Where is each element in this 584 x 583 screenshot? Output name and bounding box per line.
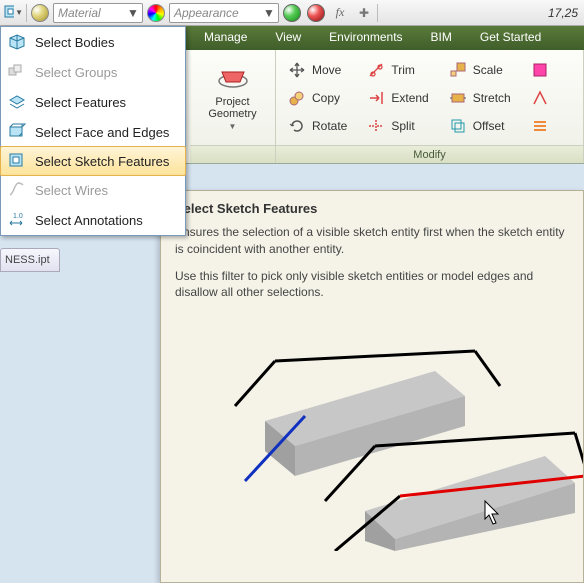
cmd-icon-3 [531, 117, 549, 135]
wires-icon [7, 180, 27, 200]
appearance-ball-button[interactable] [145, 2, 167, 24]
move-icon [288, 61, 306, 79]
groups-icon [7, 62, 27, 82]
panel-label-draw [190, 145, 275, 163]
trim-button[interactable]: Trim [363, 57, 432, 83]
modify-panel: Move Copy Rotate Trim Extend [276, 50, 584, 163]
material-combo-text: Material [58, 6, 101, 20]
sketch-features-icon [7, 151, 27, 171]
tooltip-title: Select Sketch Features [175, 201, 569, 216]
move-button[interactable]: Move [284, 57, 351, 83]
tab-bim[interactable]: BIM [417, 26, 466, 50]
rotate-icon [288, 117, 306, 135]
extra-cmd-3[interactable] [527, 113, 553, 139]
red-ball-icon [307, 4, 325, 22]
bodies-icon [7, 32, 27, 52]
select-filter-menu: Select Bodies Select Groups Select Featu… [0, 26, 186, 236]
extra-cmd-1[interactable] [527, 57, 553, 83]
cmd-icon-2 [531, 89, 549, 107]
menu-select-wires[interactable]: Select Wires [1, 175, 185, 205]
tooltip-panel: Select Sketch Features Ensures the selec… [160, 190, 584, 583]
svg-text:1.0: 1.0 [13, 213, 23, 220]
tab-get-started[interactable]: Get Started [466, 26, 555, 50]
material-combo[interactable]: Material ▼ [53, 3, 143, 23]
extend-button[interactable]: Extend [363, 85, 432, 111]
offset-button[interactable]: Offset [445, 113, 515, 139]
tab-manage[interactable]: Manage [190, 26, 261, 50]
scale-icon [449, 61, 467, 79]
caret-down-icon: ▼ [229, 123, 237, 132]
stretch-icon [449, 89, 467, 107]
menu-select-face-edges[interactable]: Select Face and Edges [1, 117, 185, 147]
green-ball-button[interactable] [281, 2, 303, 24]
project-geometry-label: Project Geometry [208, 96, 256, 120]
stretch-button[interactable]: Stretch [445, 85, 515, 111]
tab-view[interactable]: View [261, 26, 315, 50]
menu-select-annotations[interactable]: 1.0 Select Annotations [1, 205, 185, 235]
green-ball-icon [283, 4, 301, 22]
chevron-down-icon: ▼ [126, 6, 140, 20]
project-geometry-panel: Project Geometry ▼ [190, 50, 276, 163]
red-ball-button[interactable] [305, 2, 327, 24]
chevron-down-icon: ▼ [262, 6, 276, 20]
menu-select-sketch-features[interactable]: Select Sketch Features [0, 146, 186, 176]
face-edges-icon [7, 122, 27, 142]
copy-button[interactable]: Copy [284, 85, 351, 111]
select-filter-icon [3, 4, 14, 22]
project-geometry-button[interactable]: Project Geometry ▼ [198, 63, 267, 132]
menu-select-groups[interactable]: Select Groups [1, 57, 185, 87]
tooltip-paragraph-2: Use this filter to pick only visible ske… [175, 268, 569, 302]
trim-icon [367, 61, 385, 79]
document-tab[interactable]: NESS.ipt [0, 248, 60, 272]
appearance-combo-text: Appearance [174, 6, 239, 20]
offset-icon [449, 117, 467, 135]
globe-icon [31, 4, 49, 22]
tooltip-illustration [175, 321, 584, 551]
cmd-icon-1 [531, 61, 549, 79]
annotations-icon: 1.0 [7, 210, 27, 230]
material-globe-button[interactable] [29, 2, 51, 24]
select-filter-dropdown-button[interactable]: ▼ [2, 2, 24, 24]
extend-icon [367, 89, 385, 107]
split-button[interactable]: Split [363, 113, 432, 139]
features-icon [7, 92, 27, 112]
copy-icon [288, 89, 306, 107]
plus-button[interactable]: ✚ [353, 2, 375, 24]
modify-panel-label: Modify [276, 145, 583, 163]
quick-access-toolbar: ▼ Material ▼ Appearance ▼ fx ✚ 17,25 [0, 0, 584, 26]
menu-select-bodies[interactable]: Select Bodies [1, 27, 185, 57]
split-icon [367, 117, 385, 135]
menu-select-features[interactable]: Select Features [1, 87, 185, 117]
tooltip-paragraph-1: Ensures the selection of a visible sketc… [175, 224, 569, 258]
rainbow-icon [147, 4, 165, 22]
appearance-combo[interactable]: Appearance ▼ [169, 3, 279, 23]
rotate-button[interactable]: Rotate [284, 113, 351, 139]
plus-icon: ✚ [359, 6, 369, 20]
fx-button[interactable]: fx [329, 2, 351, 24]
project-geometry-icon [216, 63, 250, 93]
time-display: 17,25 [548, 6, 582, 20]
scale-button[interactable]: Scale [445, 57, 515, 83]
extra-cmd-2[interactable] [527, 85, 553, 111]
tab-environments[interactable]: Environments [315, 26, 416, 50]
